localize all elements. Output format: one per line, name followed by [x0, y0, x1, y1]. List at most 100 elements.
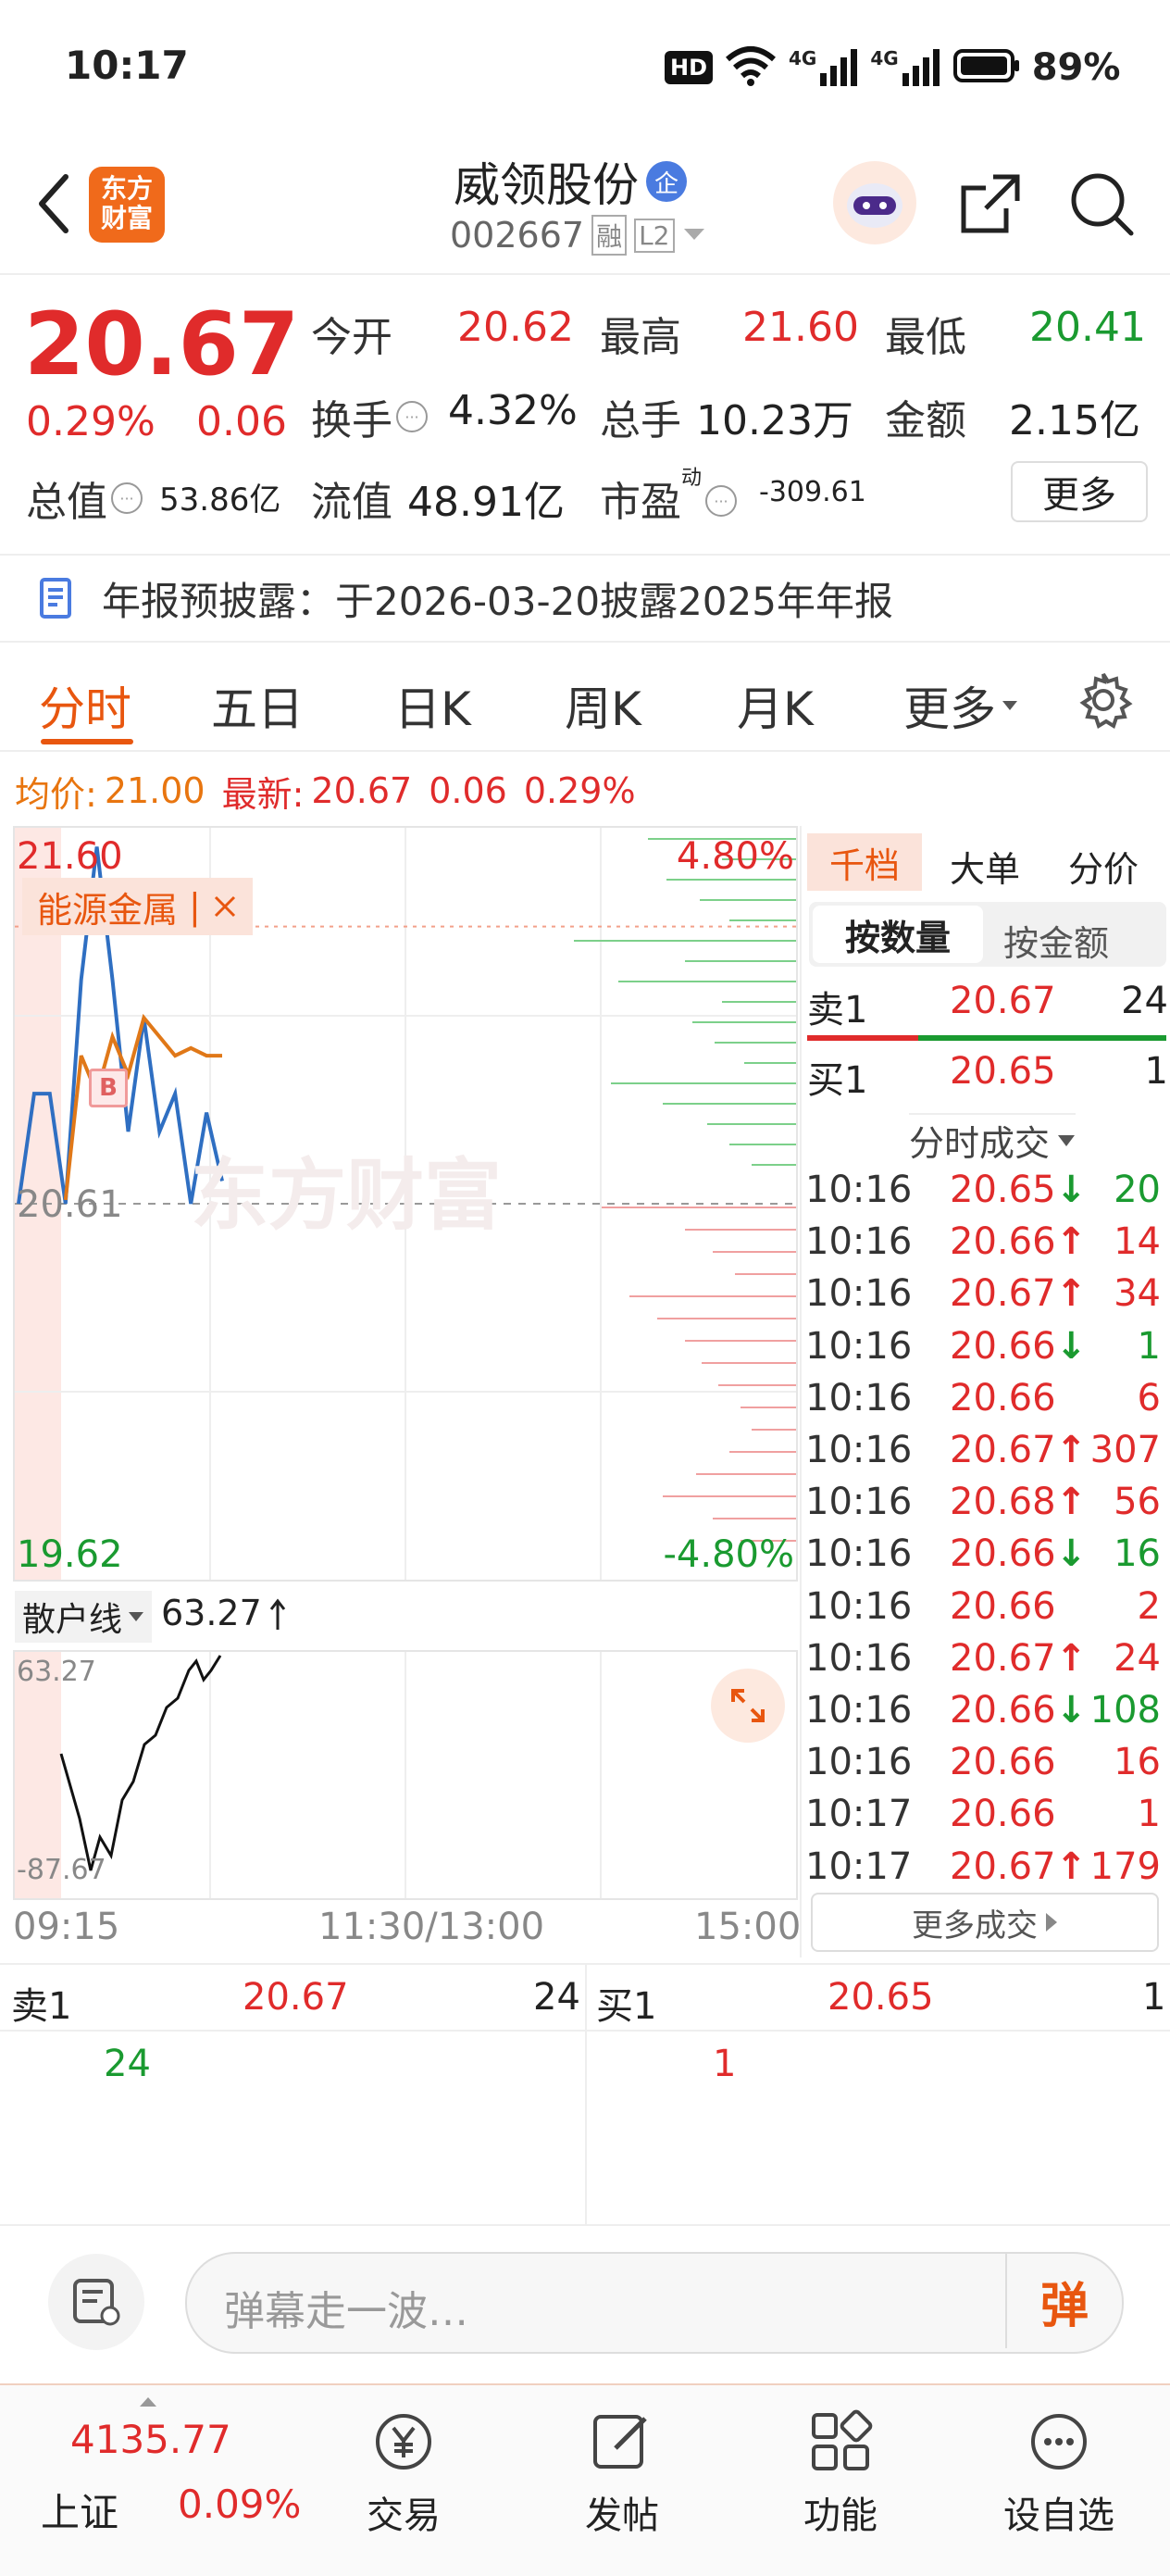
buy-marker[interactable]: B [89, 1069, 128, 1107]
notice-bar[interactable]: 年报预披露：于2026-03-20披露2025年年报 [0, 554, 1170, 643]
turnover-label[interactable]: 换手 ··· [311, 387, 428, 446]
trade-time: 10:16 [805, 1636, 913, 1680]
queue-sell-detail: 24 [104, 2043, 151, 2085]
trade-price: 20.67↑ [950, 1429, 1088, 1471]
index-widget[interactable]: 4135.77 上证 0.09% [0, 2385, 305, 2576]
trade-price: 20.65↓ [950, 1169, 1088, 1211]
period-tabs: 分时 五日 日K 周K 月K 更多 [0, 648, 1170, 752]
trade-price: 20.66↓ [950, 1324, 1088, 1368]
market-cap-label[interactable]: 总值 ··· [26, 469, 143, 528]
trade-volume: 16 [1114, 1532, 1161, 1576]
tab-more[interactable]: 更多 [903, 672, 1018, 739]
search-icon [1071, 173, 1134, 236]
battery-icon [952, 48, 1021, 87]
comment-bar: 弹幕走一波… 弹 [0, 2224, 1170, 2378]
trade-row: 10:16 20.67↑ 24 [805, 1637, 1166, 1689]
pct-axis-top: 4.80% [676, 835, 794, 878]
trade-volume: 307 [1089, 1429, 1161, 1471]
caret-down-icon [1058, 1134, 1076, 1146]
nav-functions[interactable]: 功能 [757, 2407, 924, 2539]
trade-row: 10:16 20.66 6 [805, 1377, 1166, 1429]
indicator-selector[interactable]: 散户线 [15, 1591, 153, 1643]
search-button[interactable] [1064, 167, 1139, 241]
more-trades-button[interactable]: 更多成交 [811, 1893, 1159, 1952]
down-arrow-icon: ↓ [1055, 1532, 1088, 1576]
expand-button[interactable] [711, 1669, 785, 1743]
comment-input[interactable]: 弹幕走一波… 弹 [185, 2252, 1124, 2354]
tab-large-orders[interactable]: 大单 [950, 841, 1020, 892]
latest-pct: 0.29% [523, 770, 636, 811]
pe-label[interactable]: 市盈 动 ··· [600, 461, 738, 528]
tab-price-dist[interactable]: 分价 [1068, 841, 1139, 892]
trade-price: 20.66 [950, 1584, 1056, 1628]
tab-monthly-k[interactable]: 月K [737, 672, 814, 739]
share-button[interactable] [953, 167, 1027, 241]
danmaku-settings-button[interactable] [48, 2254, 144, 2350]
sector-tag[interactable]: 能源金属 | [22, 878, 253, 935]
queue-buy-price: 20.65 [828, 1976, 934, 2019]
app-logo[interactable]: 东方财富 [89, 167, 165, 243]
more-button[interactable]: 更多 [1011, 461, 1148, 522]
header: 东方财富 威领股份 企 002667 融 L2 [0, 139, 1170, 275]
trade-price: 20.66↓ [950, 1689, 1088, 1732]
tab-level-book[interactable]: 千档 [807, 833, 922, 891]
trade-price: 20.67↑ [950, 1844, 1088, 1888]
trade-volume: 2 [1137, 1584, 1161, 1628]
stock-title[interactable]: 威领股份 企 [454, 148, 687, 215]
trade-time: 10:16 [805, 1741, 913, 1784]
back-button[interactable] [20, 167, 85, 241]
market-cap-value: 53.86亿 [159, 481, 281, 519]
trade-volume: 34 [1114, 1272, 1161, 1316]
tab-weekly-k[interactable]: 周K [565, 672, 641, 739]
caret-right-icon [1046, 1913, 1057, 1932]
sub-y-bottom: -87.67 [17, 1854, 106, 1886]
up-arrow-icon: ↑ [1055, 1481, 1088, 1524]
stock-code-row[interactable]: 002667 融 L2 [450, 215, 706, 256]
nav-trade[interactable]: 交易 [320, 2407, 487, 2539]
index-pct: 0.09% [178, 2482, 302, 2527]
trade-row: 10:16 20.66 16 [805, 1741, 1166, 1793]
avg-label: 均价: [15, 773, 97, 815]
send-danmaku-button[interactable]: 弹 [1005, 2254, 1122, 2348]
trade-row: 10:17 20.67↑ 179 [805, 1845, 1166, 1897]
up-arrow-icon: ↑ [1055, 1220, 1088, 1264]
dropdown-icon [683, 229, 704, 240]
trade-row: 10:16 20.65↓ 20 [805, 1169, 1166, 1220]
caret-down-icon [129, 1612, 144, 1621]
trade-time: 10:16 [805, 1584, 913, 1628]
tab-five-day[interactable]: 五日 [211, 672, 304, 739]
robot-assistant-icon[interactable] [833, 161, 916, 244]
sub-chart[interactable]: 散户线 63.27 63.27 -87.67 [13, 1585, 798, 1900]
seg-by-quantity[interactable]: 按数量 [813, 906, 983, 963]
trade-time: 10:16 [805, 1272, 913, 1316]
pe-value: -309.61 [759, 476, 866, 508]
document-icon [40, 578, 71, 619]
change-percent: 0.29% [26, 398, 156, 445]
low-label: 最低 [885, 314, 966, 361]
buy1-row: 买1 20.65 1 [807, 1050, 1168, 1102]
nav-add-watchlist[interactable]: 设自选 [976, 2407, 1142, 2539]
trade-price: 20.66↓ [950, 1532, 1088, 1576]
trade-row: 10:16 20.66↓ 1 [805, 1325, 1166, 1377]
bid-ask-ratio-bar [807, 1035, 1166, 1041]
trade-price: 20.68↑ [950, 1481, 1088, 1524]
index-name: 上证 [41, 2490, 119, 2535]
queue-sell-vol: 24 [533, 1976, 580, 2019]
nav-post[interactable]: 发帖 [539, 2407, 705, 2539]
trades-title[interactable]: 分时成交 [909, 1113, 1077, 1166]
close-icon[interactable] [212, 894, 238, 919]
status-time: 10:17 [65, 43, 189, 88]
trade-volume: 14 [1114, 1220, 1161, 1264]
seg-by-amount[interactable]: 按金额 [1003, 915, 1109, 966]
sell1-row: 卖1 20.67 24 [807, 980, 1168, 1032]
down-arrow-icon: ↓ [1055, 1169, 1088, 1211]
tab-timeshare[interactable]: 分时 [39, 672, 131, 739]
tab-daily-k[interactable]: 日K [394, 672, 471, 739]
enterprise-badge: 企 [646, 161, 687, 202]
settings-gear-icon[interactable] [1074, 670, 1133, 730]
up-arrow-icon: ↑ [1055, 1429, 1088, 1471]
up-arrow-icon: ↑ [1055, 1272, 1088, 1316]
trade-row: 10:16 20.66↓ 16 [805, 1532, 1166, 1584]
info-icon: ··· [705, 485, 738, 517]
intraday-chart[interactable]: 东方财富 21.60 4.80% 20.61 19.62 -4.80% 能源金属… [13, 826, 798, 1582]
